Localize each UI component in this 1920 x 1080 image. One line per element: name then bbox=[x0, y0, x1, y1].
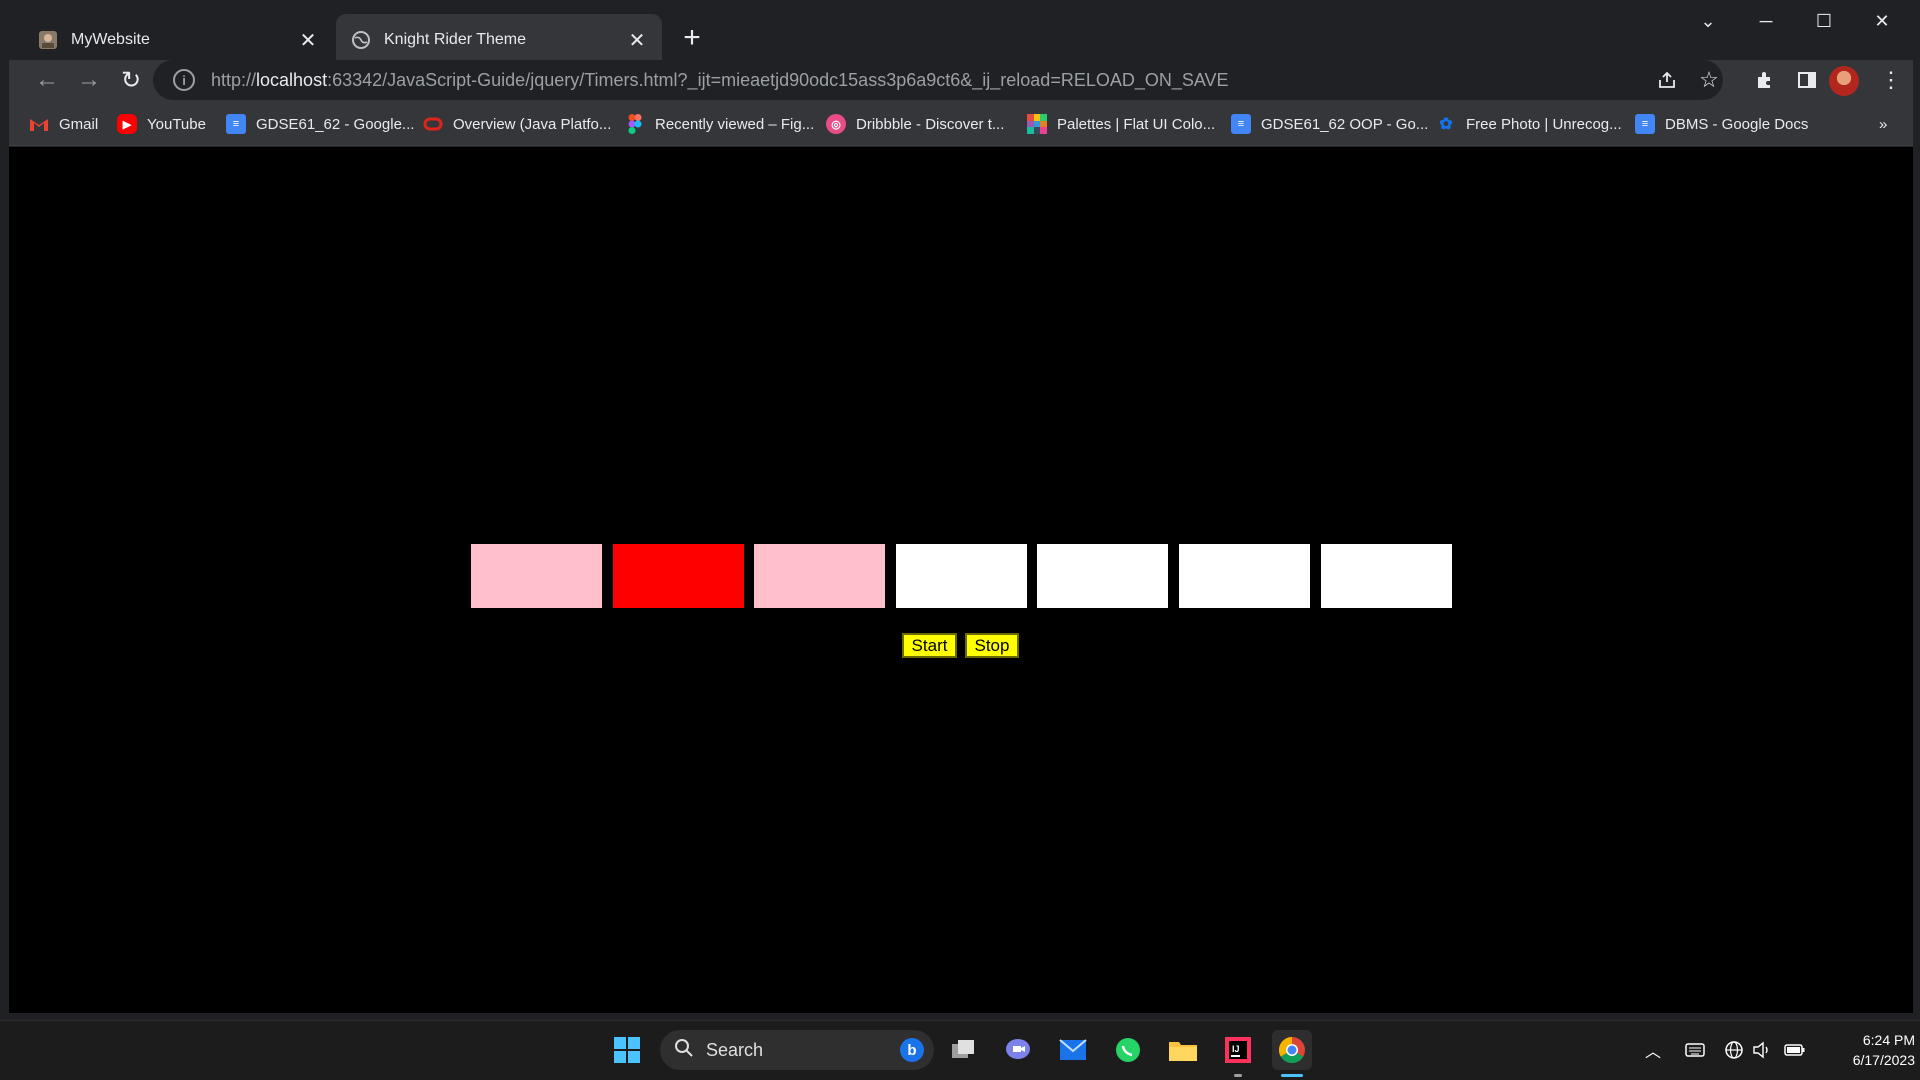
bookmark-star-icon[interactable]: ☆ bbox=[1691, 60, 1727, 100]
whatsapp-icon[interactable] bbox=[1108, 1030, 1148, 1070]
light-6 bbox=[1179, 544, 1310, 608]
freepik-icon: ✿ bbox=[1439, 116, 1453, 133]
menu-kebab-icon[interactable]: ⋮ bbox=[1873, 60, 1909, 100]
oracle-icon bbox=[423, 114, 443, 134]
youtube-icon: ▶ bbox=[117, 114, 137, 134]
reload-icon[interactable]: ↻ bbox=[113, 60, 149, 100]
search-icon bbox=[674, 1038, 694, 1063]
google-docs-icon: ≡ bbox=[1635, 114, 1655, 134]
tab-title: Knight Rider Theme bbox=[384, 31, 526, 48]
bookmark-gdse61-62[interactable]: ≡ GDSE61_62 - Google... bbox=[226, 112, 414, 136]
volume-icon[interactable] bbox=[1752, 1036, 1772, 1064]
battery-icon[interactable] bbox=[1784, 1036, 1806, 1064]
close-tab-icon[interactable]: ✕ bbox=[626, 29, 648, 52]
taskbar-search[interactable]: Search b bbox=[660, 1030, 934, 1070]
tab-mywebsite[interactable]: MyWebsite ✕ bbox=[23, 14, 333, 66]
close-tab-icon[interactable]: ✕ bbox=[297, 29, 319, 52]
google-docs-icon: ≡ bbox=[226, 114, 246, 134]
bookmark-java-overview[interactable]: Overview (Java Platfo... bbox=[423, 112, 611, 136]
bookmark-dbms-docs[interactable]: ≡ DBMS - Google Docs bbox=[1635, 112, 1808, 136]
keyboard-icon[interactable] bbox=[1685, 1036, 1705, 1064]
tab-title: MyWebsite bbox=[71, 31, 150, 48]
palette-icon bbox=[1027, 114, 1047, 134]
network-globe-icon[interactable] bbox=[1724, 1036, 1744, 1064]
gmail-icon bbox=[29, 114, 49, 134]
bookmark-flat-ui-palettes[interactable]: Palettes | Flat UI Colo... bbox=[1027, 112, 1215, 136]
clock-time: 6:24 PM bbox=[1862, 1032, 1915, 1048]
bing-icon: b bbox=[900, 1038, 924, 1062]
google-docs-icon: ≡ bbox=[1231, 114, 1251, 134]
teams-chat-icon[interactable] bbox=[998, 1030, 1038, 1070]
light-3 bbox=[754, 544, 885, 608]
svg-text:IJ: IJ bbox=[1232, 1044, 1240, 1054]
start-button[interactable]: Start bbox=[902, 633, 957, 658]
maximize-icon[interactable]: ☐ bbox=[1795, 0, 1853, 42]
forward-arrow-icon[interactable]: → bbox=[71, 60, 107, 100]
side-panel-icon[interactable] bbox=[1789, 60, 1825, 100]
light-2 bbox=[613, 544, 744, 608]
share-icon[interactable] bbox=[1649, 60, 1685, 100]
intellij-idea-icon[interactable]: IJ bbox=[1218, 1030, 1258, 1070]
new-tab-plus-icon[interactable]: + bbox=[672, 18, 712, 58]
bookmark-freepik[interactable]: ✿ Free Photo | Unrecog... bbox=[1436, 112, 1621, 136]
light-7 bbox=[1321, 544, 1452, 608]
address-bar[interactable]: i http://localhost:63342/JavaScript-Guid… bbox=[153, 60, 1723, 100]
globe-icon bbox=[350, 29, 372, 51]
bookmark-gmail[interactable]: Gmail bbox=[29, 112, 98, 136]
clock-date: 6/17/2023 bbox=[1852, 1052, 1915, 1068]
minimize-icon[interactable]: ─ bbox=[1737, 0, 1795, 42]
task-view-icon[interactable] bbox=[944, 1030, 984, 1070]
profile-avatar[interactable] bbox=[1829, 66, 1859, 96]
light-5 bbox=[1037, 544, 1168, 608]
close-window-icon[interactable]: ✕ bbox=[1853, 0, 1911, 42]
active-app-indicator bbox=[1281, 1074, 1303, 1077]
light-4 bbox=[896, 544, 1027, 608]
chrome-icon[interactable] bbox=[1272, 1030, 1312, 1070]
bookmark-dribbble[interactable]: ◎ Dribbble - Discover t... bbox=[826, 112, 1004, 136]
file-explorer-icon[interactable] bbox=[1163, 1030, 1203, 1070]
system-clock[interactable]: 6:24 PM 6/17/2023 bbox=[1820, 1030, 1915, 1070]
bookmark-youtube[interactable]: ▶ YouTube bbox=[117, 112, 206, 136]
light-1 bbox=[471, 544, 602, 608]
back-arrow-icon[interactable]: ← bbox=[29, 60, 65, 100]
windows-start-icon[interactable] bbox=[607, 1030, 647, 1070]
figma-icon bbox=[625, 114, 645, 134]
bookmark-gdse-oop[interactable]: ≡ GDSE61_62 OOP - Go... bbox=[1231, 112, 1428, 136]
stop-button[interactable]: Stop bbox=[965, 633, 1019, 658]
show-hidden-icons-chevron-icon[interactable]: ︿ bbox=[1645, 1036, 1661, 1064]
bookmark-figma[interactable]: Recently viewed – Fig... bbox=[625, 112, 814, 136]
mail-icon[interactable] bbox=[1053, 1030, 1093, 1070]
site-favicon-icon bbox=[37, 29, 59, 51]
dribbble-icon: ◎ bbox=[826, 114, 846, 134]
extensions-puzzle-icon[interactable] bbox=[1747, 60, 1783, 100]
browser-window: MyWebsite ✕ Knight Rider Theme ✕ + ⌄ ─ ☐… bbox=[9, 0, 1913, 1015]
running-app-indicator bbox=[1234, 1074, 1242, 1077]
more-bookmarks-chevron-icon[interactable]: » bbox=[1879, 112, 1887, 136]
page-viewport: Start Stop bbox=[9, 147, 1913, 1013]
site-info-icon[interactable]: i bbox=[173, 69, 195, 91]
url-text: http://localhost:63342/JavaScript-Guide/… bbox=[211, 69, 1229, 90]
tab-knight-rider[interactable]: Knight Rider Theme ✕ bbox=[336, 14, 662, 66]
tab-search-chevron-icon[interactable]: ⌄ bbox=[1679, 0, 1737, 42]
